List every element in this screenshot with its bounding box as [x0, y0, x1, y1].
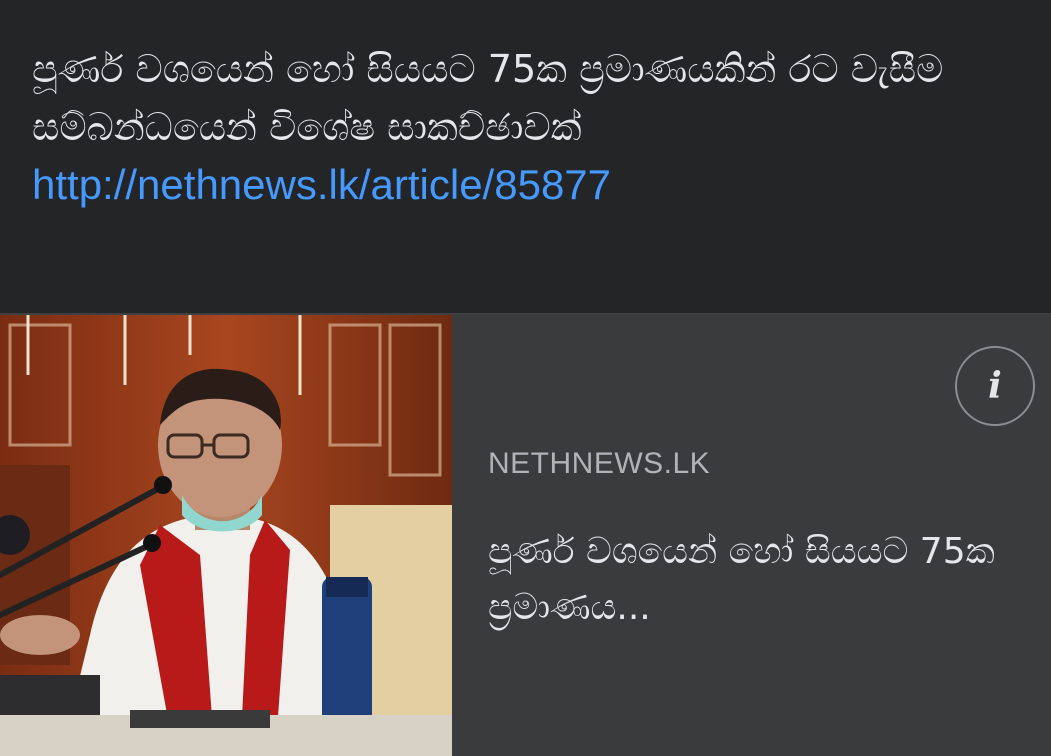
info-icon[interactable]: i [955, 346, 1035, 426]
preview-thumbnail[interactable] [0, 315, 452, 756]
facebook-post: පූර්ණ වශයෙන් හෝ සියයට 75ක ප්‍රමාණයකින් ර… [0, 0, 1051, 756]
post-link[interactable]: http://nethnews.lk/article/85877 [32, 156, 1022, 214]
preview-domain: NETHNEWS.LK [488, 447, 711, 480]
thumbnail-image [0, 315, 452, 756]
post-message-text: පූර්ණ වශයෙන් හෝ සියයට 75ක ප්‍රමාණයකින් ර… [32, 47, 944, 149]
info-icon-glyph: i [988, 365, 1002, 407]
post-message: පූර්ණ වශයෙන් හෝ සියයට 75ක ප්‍රමාණයකින් ර… [32, 40, 1022, 214]
preview-title[interactable]: පූර්ණ වශයෙන් හෝ සියයට 75ක ප්‍රමාණය... [488, 524, 1008, 636]
